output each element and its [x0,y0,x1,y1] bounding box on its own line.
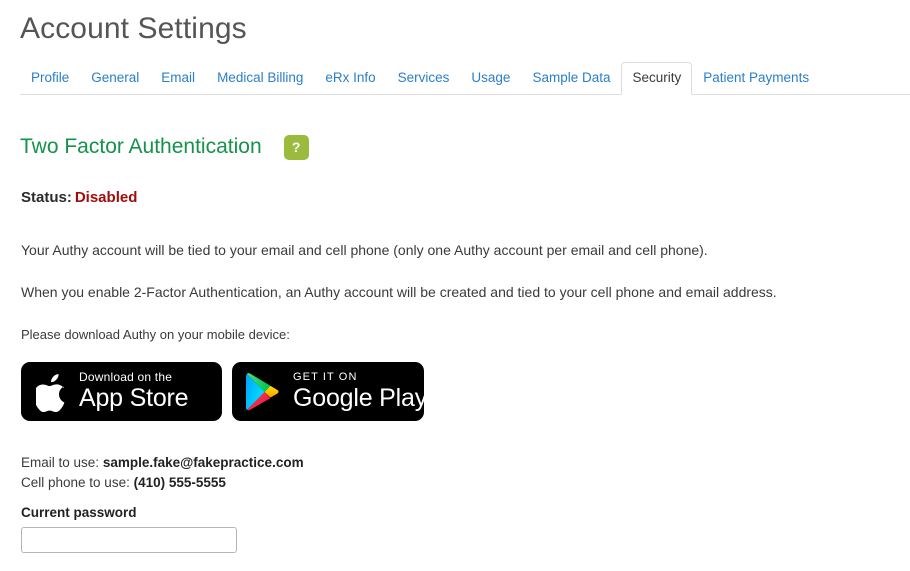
app-store-badge-text: Download on the App Store [79,370,189,412]
app-store-badge-button[interactable]: Download on the App Store [21,362,222,421]
tab-sample-data[interactable]: Sample Data [521,62,621,95]
google-play-badge-button[interactable]: GET IT ON Google Play [232,362,427,421]
google-play-badge-text: GET IT ON Google Play [293,371,427,412]
google-play-small-label: GET IT ON [293,371,358,383]
status-label: Status: [21,189,72,206]
account-settings-page: Account Settings Profile General Email M… [0,0,910,571]
tab-general[interactable]: General [80,62,150,95]
two-factor-section-header: Two Factor Authentication ? [20,134,309,160]
section-title: Two Factor Authentication [20,135,262,158]
tab-medical-billing[interactable]: Medical Billing [206,62,314,95]
cell-phone-to-use-row: Cell phone to use: (410) 555-5555 [21,474,226,492]
authy-description-paragraph: Your Authy account will be tied to your … [21,242,708,258]
tab-erx-info[interactable]: eRx Info [314,62,386,95]
store-badges: Download on the App Store GET IT ON Goog… [21,362,427,421]
google-play-big-label: Google Play [293,384,427,412]
tab-email[interactable]: Email [150,62,206,95]
email-to-use-label: Email to use: [21,455,100,470]
app-store-big-label: App Store [79,384,189,412]
status-row: Status: Disabled [21,188,137,208]
download-instruction-text: Please download Authy on your mobile dev… [21,327,290,342]
cell-phone-to-use-label: Cell phone to use: [21,475,130,490]
authy-enable-paragraph: When you enable 2-Factor Authentication,… [21,284,777,300]
apple-logo-icon [36,373,65,412]
help-question-mark-icon[interactable]: ? [283,134,309,160]
tab-security[interactable]: Security [621,62,693,95]
current-password-label: Current password [21,505,137,520]
email-to-use-value: sample.fake@fakepractice.com [102,455,304,470]
email-to-use-row: Email to use: sample.fake@fakepractice.c… [21,454,304,472]
cell-phone-to-use-value: (410) 555-5555 [133,475,226,490]
status-badge: Disabled [74,189,138,206]
tab-usage[interactable]: Usage [460,62,521,95]
tab-patient-payments[interactable]: Patient Payments [692,62,820,95]
app-store-small-label: Download on the [79,370,173,384]
tab-profile[interactable]: Profile [20,62,80,95]
tab-services[interactable]: Services [387,62,461,95]
google-play-triangle-icon [246,372,279,410]
page-title: Account Settings [20,12,247,45]
settings-tab-bar: Profile General Email Medical Billing eR… [20,62,910,95]
current-password-input[interactable] [21,527,237,553]
